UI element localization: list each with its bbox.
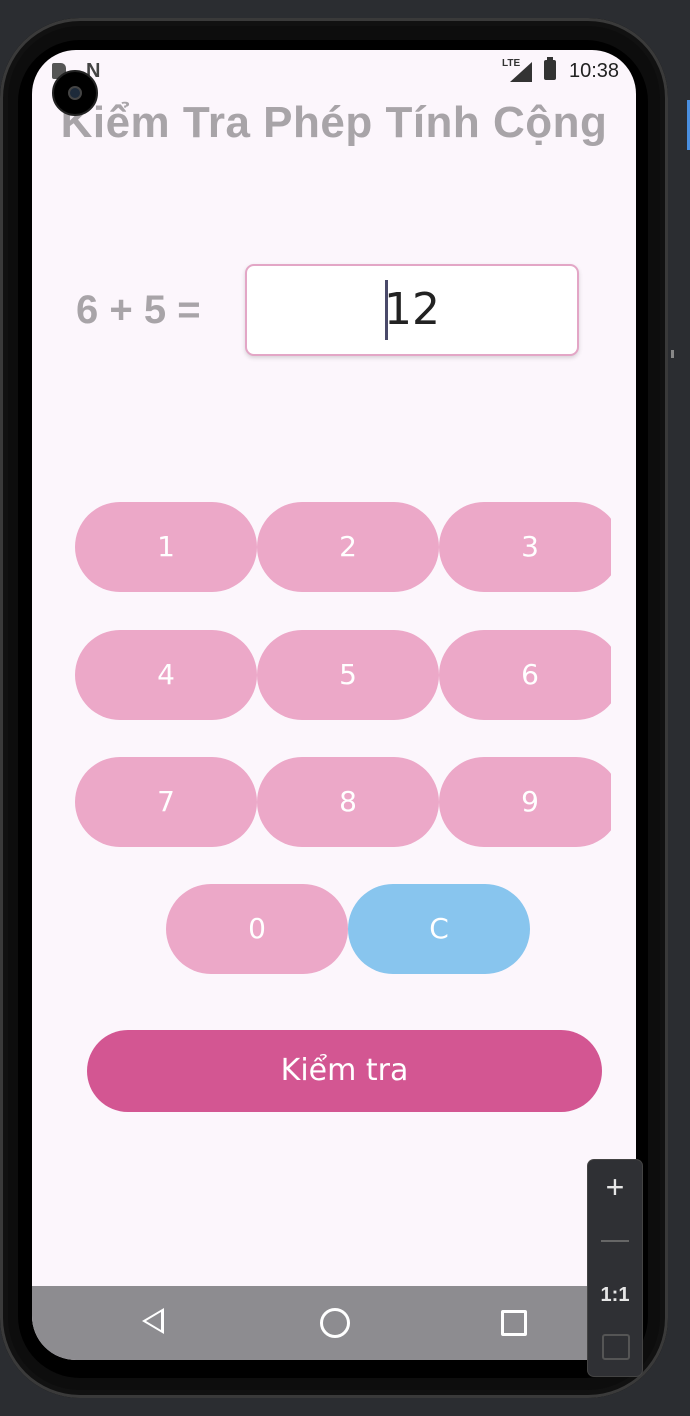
clear-button[interactable]: C [348,884,530,974]
key-8[interactable]: 8 [257,757,439,847]
home-icon[interactable] [320,1308,350,1338]
key-4[interactable]: 4 [75,630,257,720]
key-0[interactable]: 0 [166,884,348,974]
phone-screen: N LTE 10:38 Kiểm Tra Phép Tính Cộng 6 + … [32,50,636,1360]
key-1[interactable]: 1 [75,502,257,592]
key-2[interactable]: 2 [257,502,439,592]
key-9[interactable]: 9 [439,757,611,847]
recents-icon[interactable] [501,1310,527,1336]
back-icon[interactable] [142,1308,164,1334]
key-5[interactable]: 5 [257,630,439,720]
key-6[interactable]: 6 [439,630,611,720]
check-button[interactable]: Kiểm tra [87,1030,602,1112]
key-3[interactable]: 3 [439,502,611,592]
side-marker [671,350,674,358]
keypad: 1 2 3 4 5 6 7 8 9 0 C [32,50,611,1360]
navigation-bar [32,1286,636,1360]
front-camera [52,70,98,116]
emulator-zoom-panel: + 1:1 [588,1160,642,1376]
zoom-out-button[interactable] [601,1240,629,1242]
zoom-ratio-button[interactable]: 1:1 [588,1284,642,1307]
zoom-in-button[interactable]: + [601,1171,629,1203]
zoom-fit-icon[interactable] [602,1334,630,1360]
key-7[interactable]: 7 [75,757,257,847]
